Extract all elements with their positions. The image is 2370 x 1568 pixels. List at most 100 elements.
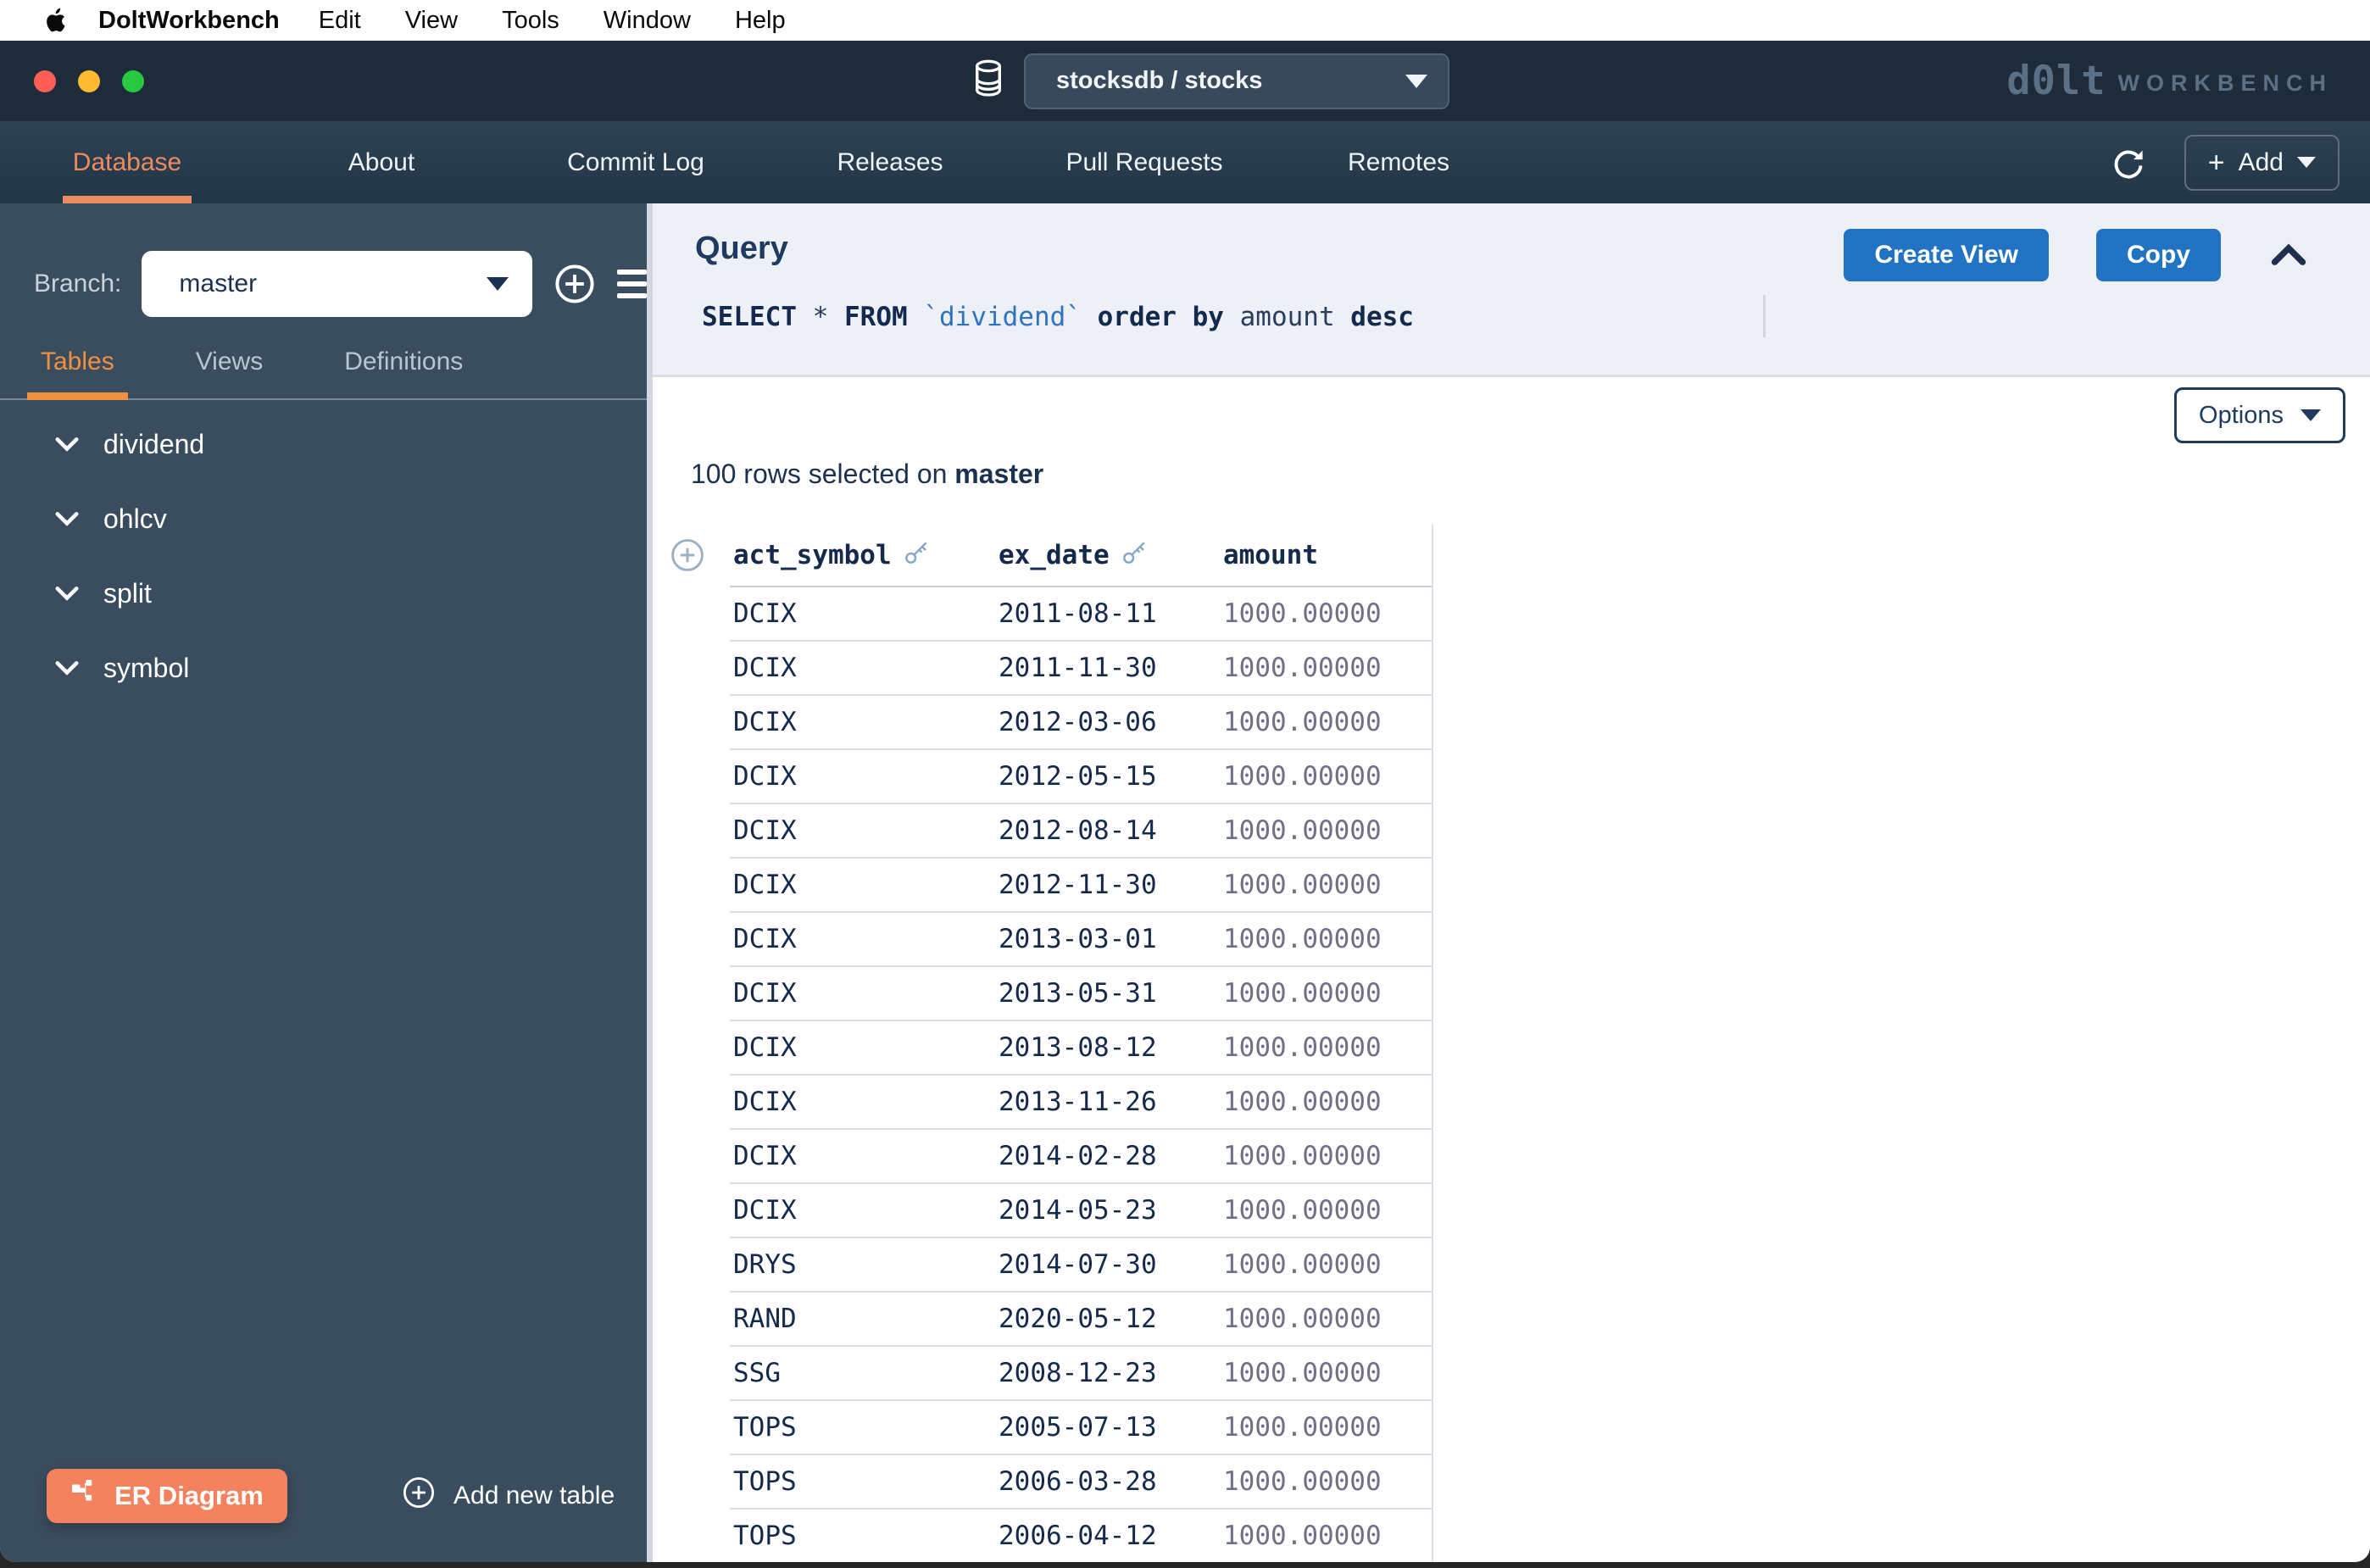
table-row[interactable]: DCIX2013-11-261000.00000 <box>730 1076 1432 1130</box>
cell-act-symbol[interactable]: DCIX <box>730 978 995 1009</box>
add-column-icon[interactable] <box>669 537 706 581</box>
options-button[interactable]: Options <box>2174 387 2345 443</box>
add-new-table-button[interactable]: Add new table <box>401 1475 615 1517</box>
cell-amount[interactable]: 1000.00000 <box>1220 870 1432 900</box>
table-row[interactable]: DCIX2012-03-061000.00000 <box>730 696 1432 750</box>
cell-amount[interactable]: 1000.00000 <box>1220 1304 1432 1334</box>
cell-amount[interactable]: 1000.00000 <box>1220 1358 1432 1388</box>
cell-ex-date[interactable]: 2008-12-23 <box>995 1358 1220 1388</box>
table-row[interactable]: DCIX2011-11-301000.00000 <box>730 642 1432 696</box>
cell-amount[interactable]: 1000.00000 <box>1220 924 1432 954</box>
cell-act-symbol[interactable]: TOPS <box>730 1466 995 1497</box>
cell-ex-date[interactable]: 2012-08-14 <box>995 815 1220 846</box>
cell-act-symbol[interactable]: DCIX <box>730 653 995 683</box>
cell-amount[interactable]: 1000.00000 <box>1220 1412 1432 1443</box>
table-row[interactable]: DCIX2014-02-281000.00000 <box>730 1130 1432 1184</box>
table-row[interactable]: DCIX2013-03-011000.00000 <box>730 913 1432 967</box>
cell-act-symbol[interactable]: DCIX <box>730 1195 995 1226</box>
table-row[interactable]: TOPS2006-03-281000.00000 <box>730 1455 1432 1510</box>
cell-ex-date[interactable]: 2014-07-30 <box>995 1249 1220 1280</box>
table-row[interactable]: RAND2020-05-121000.00000 <box>730 1293 1432 1347</box>
column-header-amount[interactable]: amount <box>1220 540 1432 570</box>
cell-amount[interactable]: 1000.00000 <box>1220 761 1432 792</box>
nav-tab-pull-requests[interactable]: Pull Requests <box>1017 121 1271 203</box>
menubar-app-name[interactable]: DoltWorkbench <box>98 7 280 35</box>
table-row[interactable]: DRYS2014-07-301000.00000 <box>730 1238 1432 1293</box>
sidebar-table-item-split[interactable]: split <box>0 556 647 631</box>
er-diagram-button[interactable]: ER Diagram <box>47 1469 287 1523</box>
cell-act-symbol[interactable]: RAND <box>730 1304 995 1334</box>
cell-ex-date[interactable]: 2014-02-28 <box>995 1141 1220 1171</box>
table-row[interactable]: DCIX2014-05-231000.00000 <box>730 1184 1432 1238</box>
cell-act-symbol[interactable]: DCIX <box>730 1141 995 1171</box>
cell-ex-date[interactable]: 2012-05-15 <box>995 761 1220 792</box>
cell-ex-date[interactable]: 2006-04-12 <box>995 1521 1220 1551</box>
cell-amount[interactable]: 1000.00000 <box>1220 815 1432 846</box>
cell-act-symbol[interactable]: DCIX <box>730 1032 995 1063</box>
cell-act-symbol[interactable]: DCIX <box>730 598 995 629</box>
branch-menu-icon[interactable] <box>617 270 647 298</box>
nav-tab-commit-log[interactable]: Commit Log <box>509 121 763 203</box>
cell-ex-date[interactable]: 2005-07-13 <box>995 1412 1220 1443</box>
cell-ex-date[interactable]: 2013-11-26 <box>995 1087 1220 1117</box>
cell-ex-date[interactable]: 2013-03-01 <box>995 924 1220 954</box>
nav-tab-remotes[interactable]: Remotes <box>1271 121 1526 203</box>
cell-amount[interactable]: 1000.00000 <box>1220 1521 1432 1551</box>
menubar-item-help[interactable]: Help <box>735 7 786 35</box>
cell-act-symbol[interactable]: DCIX <box>730 924 995 954</box>
new-branch-button[interactable] <box>553 262 597 306</box>
zoom-window-button[interactable] <box>122 70 144 92</box>
table-row[interactable]: DCIX2012-08-141000.00000 <box>730 804 1432 859</box>
database-selector[interactable]: stocksdb / stocks <box>1024 53 1449 109</box>
sidebar-tab-views[interactable]: Views <box>182 348 276 398</box>
branch-selector[interactable]: master <box>142 251 531 317</box>
menubar-item-view[interactable]: View <box>405 7 458 35</box>
nav-tab-about[interactable]: About <box>254 121 509 203</box>
cell-amount[interactable]: 1000.00000 <box>1220 1032 1432 1063</box>
cell-ex-date[interactable]: 2012-03-06 <box>995 707 1220 737</box>
table-row[interactable]: DCIX2013-05-311000.00000 <box>730 967 1432 1021</box>
cell-amount[interactable]: 1000.00000 <box>1220 978 1432 1009</box>
menubar-item-edit[interactable]: Edit <box>319 7 361 35</box>
cell-amount[interactable]: 1000.00000 <box>1220 1195 1432 1226</box>
table-row[interactable]: TOPS2005-07-131000.00000 <box>730 1401 1432 1455</box>
nav-tab-database[interactable]: Database <box>0 121 254 203</box>
refresh-icon[interactable] <box>2110 144 2147 181</box>
sidebar-table-item-dividend[interactable]: dividend <box>0 407 647 481</box>
cell-ex-date[interactable]: 2013-05-31 <box>995 978 1220 1009</box>
cell-amount[interactable]: 1000.00000 <box>1220 1087 1432 1117</box>
cell-act-symbol[interactable]: DCIX <box>730 761 995 792</box>
column-header-ex-date[interactable]: ex_date <box>995 538 1220 572</box>
cell-amount[interactable]: 1000.00000 <box>1220 1466 1432 1497</box>
sidebar-table-item-symbol[interactable]: symbol <box>0 631 647 705</box>
table-row[interactable]: DCIX2013-08-121000.00000 <box>730 1021 1432 1076</box>
cell-ex-date[interactable]: 2020-05-12 <box>995 1304 1220 1334</box>
table-row[interactable]: TOPS2006-04-121000.00000 <box>730 1510 1432 1562</box>
cell-act-symbol[interactable]: DCIX <box>730 1087 995 1117</box>
copy-button[interactable]: Copy <box>2096 229 2221 281</box>
add-button[interactable]: + Add <box>2184 135 2339 191</box>
cell-amount[interactable]: 1000.00000 <box>1220 1141 1432 1171</box>
close-window-button[interactable] <box>34 70 56 92</box>
chevron-up-icon[interactable] <box>2268 235 2309 275</box>
nav-tab-releases[interactable]: Releases <box>763 121 1017 203</box>
cell-act-symbol[interactable]: SSG <box>730 1358 995 1388</box>
table-row[interactable]: DCIX2012-11-301000.00000 <box>730 859 1432 913</box>
cell-amount[interactable]: 1000.00000 <box>1220 598 1432 629</box>
menubar-item-tools[interactable]: Tools <box>502 7 559 35</box>
cell-act-symbol[interactable]: DCIX <box>730 707 995 737</box>
cell-act-symbol[interactable]: DRYS <box>730 1249 995 1280</box>
cell-act-symbol[interactable]: TOPS <box>730 1412 995 1443</box>
sidebar-tab-tables[interactable]: Tables <box>27 348 128 398</box>
cell-ex-date[interactable]: 2014-05-23 <box>995 1195 1220 1226</box>
table-row[interactable]: DCIX2012-05-151000.00000 <box>730 750 1432 804</box>
create-view-button[interactable]: Create View <box>1844 229 2049 281</box>
sidebar-table-item-ohlcv[interactable]: ohlcv <box>0 481 647 556</box>
table-row[interactable]: DCIX2011-08-111000.00000 <box>730 587 1432 642</box>
minimize-window-button[interactable] <box>78 70 100 92</box>
apple-icon[interactable] <box>44 8 66 33</box>
cell-ex-date[interactable]: 2011-08-11 <box>995 598 1220 629</box>
table-row[interactable]: SSG2008-12-231000.00000 <box>730 1347 1432 1401</box>
cell-act-symbol[interactable]: DCIX <box>730 815 995 846</box>
column-header-act-symbol[interactable]: act_symbol <box>730 538 995 572</box>
